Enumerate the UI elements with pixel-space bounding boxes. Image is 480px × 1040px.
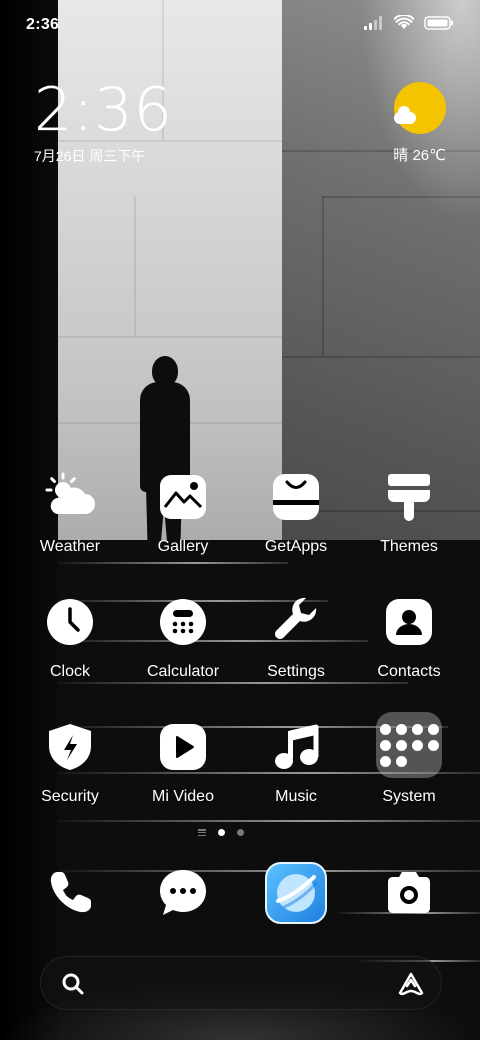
themes-brush-icon <box>382 470 436 524</box>
contacts-icon <box>382 595 436 649</box>
dock-browser[interactable] <box>264 861 328 925</box>
app-label: Weather <box>39 538 101 555</box>
calculator-icon <box>156 595 210 649</box>
shield-bolt-icon <box>43 720 97 774</box>
app-label: Contacts <box>377 663 441 680</box>
browser-planet-icon <box>265 862 327 924</box>
page-dot-active <box>218 829 225 836</box>
app-label: Security <box>41 788 99 805</box>
status-time: 2:36 <box>26 16 60 33</box>
status-bar: 2:36 <box>0 0 480 50</box>
app-getapps[interactable]: GetApps <box>240 470 352 556</box>
app-system-folder[interactable]: System <box>353 712 465 806</box>
search-bar[interactable] <box>40 956 442 1010</box>
weather-widget[interactable]: 晴 26℃ <box>370 82 446 165</box>
assistant-icon[interactable] <box>397 971 425 997</box>
dock-phone[interactable] <box>38 861 102 925</box>
getapps-bag-icon <box>269 470 323 524</box>
gallery-icon <box>156 470 210 524</box>
battery-icon <box>424 15 453 30</box>
wrench-icon <box>269 595 323 649</box>
status-icons <box>364 15 454 30</box>
sunny-partly-cloudy-icon <box>394 82 446 134</box>
search-input[interactable] <box>97 969 377 999</box>
app-mi-video[interactable]: Mi Video <box>127 720 239 806</box>
app-label: Clock <box>49 663 90 680</box>
app-settings[interactable]: Settings <box>240 595 352 681</box>
page-dot <box>237 829 244 836</box>
app-label: System <box>382 788 436 805</box>
app-clock[interactable]: Clock <box>14 595 126 681</box>
app-calculator[interactable]: Calculator <box>127 595 239 681</box>
app-label: Gallery <box>157 538 209 555</box>
camera-icon <box>388 872 430 913</box>
app-label: Settings <box>267 663 325 680</box>
chat-bubble-icon <box>160 870 206 915</box>
phone-icon <box>50 872 91 913</box>
app-label: Mi Video <box>152 788 214 805</box>
app-music[interactable]: Music <box>240 720 352 806</box>
clock-widget[interactable]: 2:36 7月26日 周三下午 <box>34 78 173 166</box>
clock-date: 7月26日 周三下午 <box>34 148 146 164</box>
page-indicator[interactable] <box>198 829 244 836</box>
app-weather[interactable]: Weather <box>14 470 126 556</box>
folder-icon <box>376 712 442 778</box>
app-label: GetApps <box>264 538 328 555</box>
app-themes[interactable]: Themes <box>353 470 465 556</box>
wifi-icon <box>394 15 414 29</box>
play-icon <box>156 720 210 774</box>
app-label: Themes <box>380 538 438 555</box>
weather-icon <box>43 470 97 524</box>
app-contacts[interactable]: Contacts <box>353 595 465 681</box>
dock-messaging[interactable] <box>151 861 215 925</box>
dock-camera[interactable] <box>377 861 441 925</box>
clock-icon <box>43 595 97 649</box>
signal-icon <box>364 15 382 30</box>
app-gallery[interactable]: Gallery <box>127 470 239 556</box>
app-security[interactable]: Security <box>14 720 126 806</box>
weather-condition-temp: 晴 26℃ <box>393 147 446 164</box>
app-drawer-lines-icon <box>198 829 206 836</box>
clock-time: 2:36 <box>34 75 173 145</box>
search-icon <box>62 973 84 995</box>
app-label: Music <box>275 788 317 805</box>
music-note-icon <box>269 720 323 774</box>
app-label: Calculator <box>146 663 220 680</box>
